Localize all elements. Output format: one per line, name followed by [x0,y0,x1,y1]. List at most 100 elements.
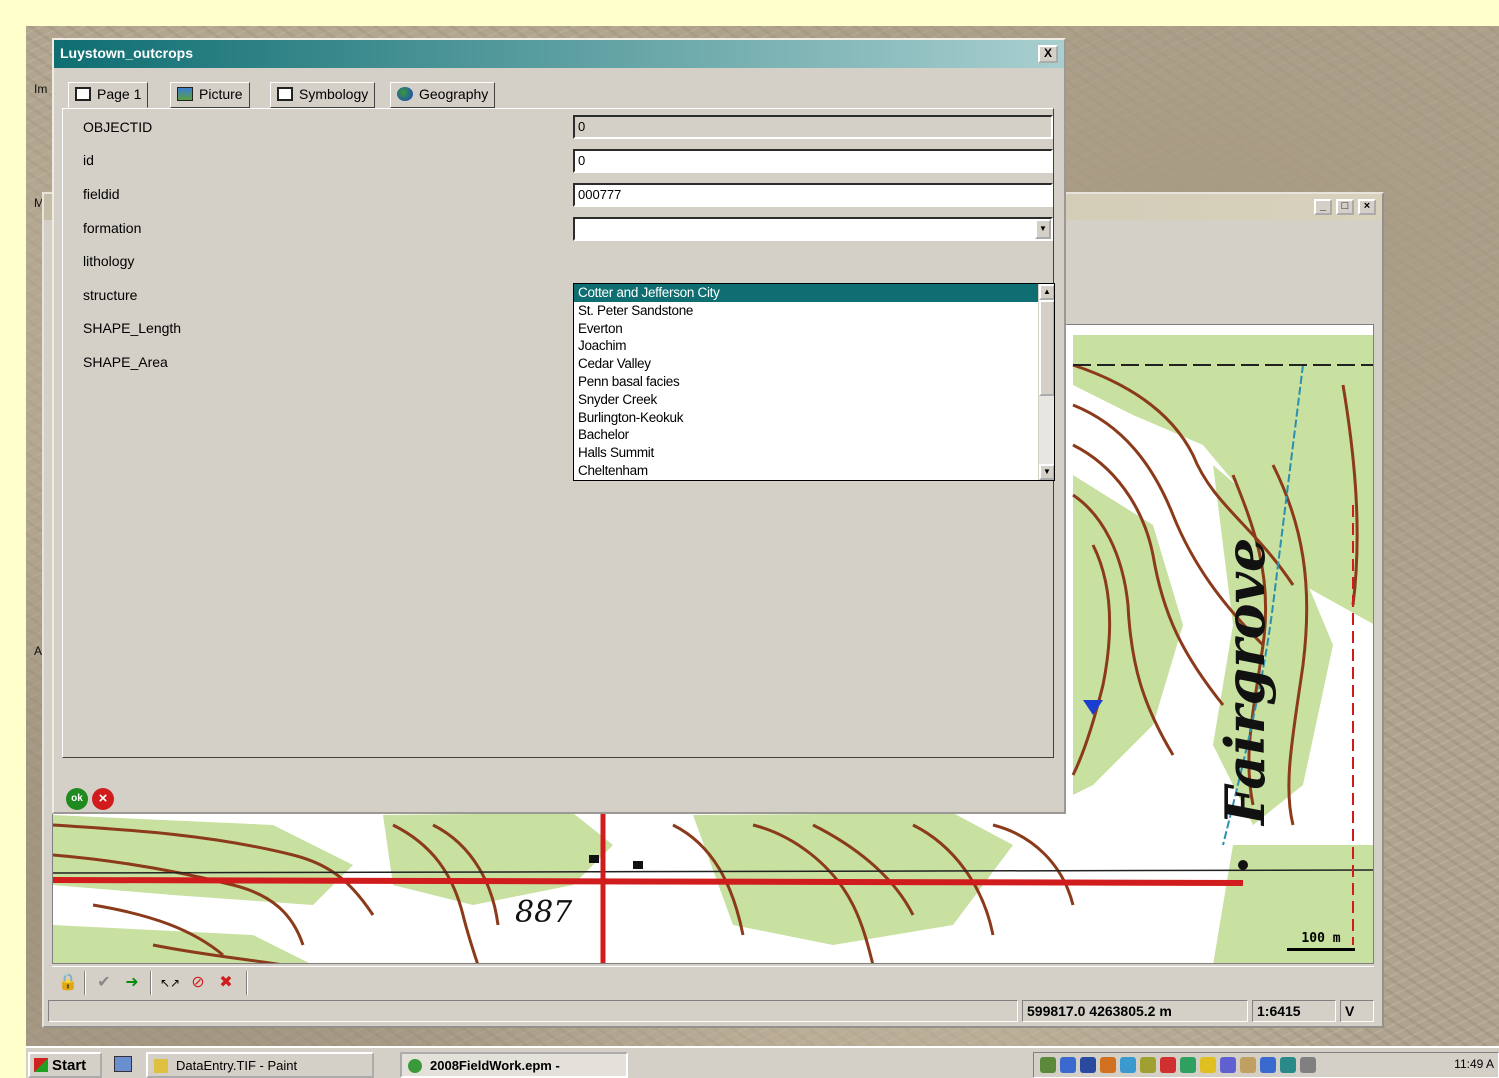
list-item[interactable]: St. Peter Sandstone [574,302,1054,320]
building-mark [1238,860,1248,870]
building-mark [633,861,643,869]
scale-bar: 100 m [1287,931,1355,951]
maximize-button[interactable]: □ [1336,199,1354,215]
desktop-label-1: Im [34,82,48,96]
road-line [53,877,1244,886]
dialog-title: Luystown_outcrops [60,45,194,61]
quicklaunch-icon[interactable] [114,1056,132,1072]
list-item[interactable]: Snyder Creek [574,391,1054,409]
fieldid-field[interactable]: 000777 [573,183,1053,207]
task-fieldwork[interactable]: 2008FieldWork.epm - [400,1052,628,1078]
place-label: Fairgrove [1213,537,1277,825]
tab-label: Geography [419,86,489,102]
tray-icon[interactable] [1060,1057,1076,1073]
tray-icon[interactable] [1120,1057,1136,1073]
dialog-titlebar[interactable]: Luystown_outcrops X [54,40,1064,68]
task-label: 2008FieldWork.epm - [430,1058,560,1073]
list-item[interactable]: Bachelor [574,426,1054,444]
id-field[interactable]: 0 [573,149,1053,173]
list-item[interactable]: Joachim [574,337,1054,355]
map-toolbar: 🔒 ✔ ➜ ↖↗ ⊘ ✖ [52,966,1374,998]
scroll-thumb[interactable] [1039,300,1054,396]
field-label-structure: structure [83,287,138,303]
field-label-lithology: lithology [83,253,135,269]
cancel-button[interactable]: × [92,788,114,810]
list-item[interactable]: Burlington-Keokuk [574,409,1054,427]
red-cancel-icon[interactable]: ✖ [214,972,238,994]
attribute-dialog: Luystown_outcrops X Page 1 Picture Symbo… [52,38,1066,814]
field-label-shape-area: SHAPE_Area [83,354,168,370]
start-label: Start [52,1057,87,1074]
attribute-form: OBJECTID id fieldid formation lithology … [62,108,1055,758]
vegetation-area [1073,475,1183,795]
tab-label: Picture [199,86,243,102]
field-label-id: id [83,152,94,168]
tray-icon[interactable] [1240,1057,1256,1073]
scale-readout: 1:6415 [1252,1000,1336,1022]
status-bar: 599817.0 4263805.2 m 1:6415 V [48,1000,1378,1022]
check-disabled-icon[interactable]: ✔ [92,972,116,994]
field-label-shape-length: SHAPE_Length [83,320,182,336]
lock-icon[interactable]: 🔒 [56,972,80,994]
task-paint[interactable]: DataEntry.TIF - Paint [146,1052,374,1078]
status-message [48,1000,1018,1022]
list-scrollbar[interactable]: ▲ ▼ [1038,284,1054,480]
coordinate-readout: 599817.0 4263805.2 m [1022,1000,1248,1022]
tab-label: Symbology [299,86,369,102]
globe-icon [397,87,413,101]
field-label-objectid: OBJECTID [83,119,153,135]
clock: 11:49 A [1454,1057,1494,1071]
building-mark [589,855,599,863]
no-edit-icon[interactable]: ⊘ [186,972,210,994]
list-item[interactable]: Cheltenham [574,462,1054,480]
list-item[interactable]: Halls Summit [574,444,1054,462]
tray-icon[interactable] [1260,1057,1276,1073]
tab-page-1[interactable]: Page 1 [68,82,149,108]
ok-button[interactable]: ok [66,788,88,810]
paint-icon [154,1059,168,1073]
windows-logo-icon [34,1058,48,1072]
tray-icon[interactable] [1160,1057,1176,1073]
list-item[interactable]: Penn basal facies [574,373,1054,391]
chevron-down-icon[interactable]: ▼ [1035,219,1051,239]
vegetation-area [383,813,613,905]
tab-symbology[interactable]: Symbology [270,82,376,108]
tray-icon[interactable] [1180,1057,1196,1073]
elevation-label: 887 [515,895,573,930]
tab-picture[interactable]: Picture [170,82,250,108]
dialog-close-button[interactable]: X [1038,45,1058,63]
tab-geography[interactable]: Geography [390,82,496,108]
task-label: DataEntry.TIF - Paint [176,1058,298,1073]
tray-icon[interactable] [1280,1057,1296,1073]
tray-icon[interactable] [1220,1057,1236,1073]
mode-indicator: V [1340,1000,1374,1022]
field-label-fieldid: fieldid [83,186,120,202]
system-tray: 11:49 A [1033,1052,1499,1078]
scroll-down-icon[interactable]: ▼ [1039,464,1054,480]
desktop-label-3: A [34,644,43,658]
list-item[interactable]: Cotter and Jefferson City [574,284,1054,302]
tab-label: Page 1 [97,86,142,102]
green-arrow-icon[interactable]: ➜ [120,972,144,994]
taskbar: Start DataEntry.TIF - Paint 2008FieldWor… [26,1046,1499,1078]
objectid-field: 0 [573,115,1053,139]
formation-dropdown-list[interactable]: Cotter and Jefferson City St. Peter Sand… [573,283,1055,481]
close-button[interactable]: × [1358,199,1376,215]
globe-icon [408,1059,422,1073]
tray-icon[interactable] [1300,1057,1316,1073]
scroll-up-icon[interactable]: ▲ [1039,284,1054,300]
tray-icon[interactable] [1140,1057,1156,1073]
start-button[interactable]: Start [28,1052,102,1078]
picture-icon [177,87,193,101]
formation-combobox[interactable]: ▼ [573,217,1053,241]
sketch-icon[interactable]: ↖↗ [158,972,182,994]
list-item[interactable]: Everton [574,320,1054,338]
tray-icon[interactable] [1100,1057,1116,1073]
list-item[interactable]: Cedar Valley [574,355,1054,373]
symbology-icon [277,87,293,101]
tray-icon[interactable] [1040,1057,1056,1073]
minimize-button[interactable]: _ [1314,199,1332,215]
form-icon [75,87,91,101]
tray-icon[interactable] [1200,1057,1216,1073]
tray-icon[interactable] [1080,1057,1096,1073]
